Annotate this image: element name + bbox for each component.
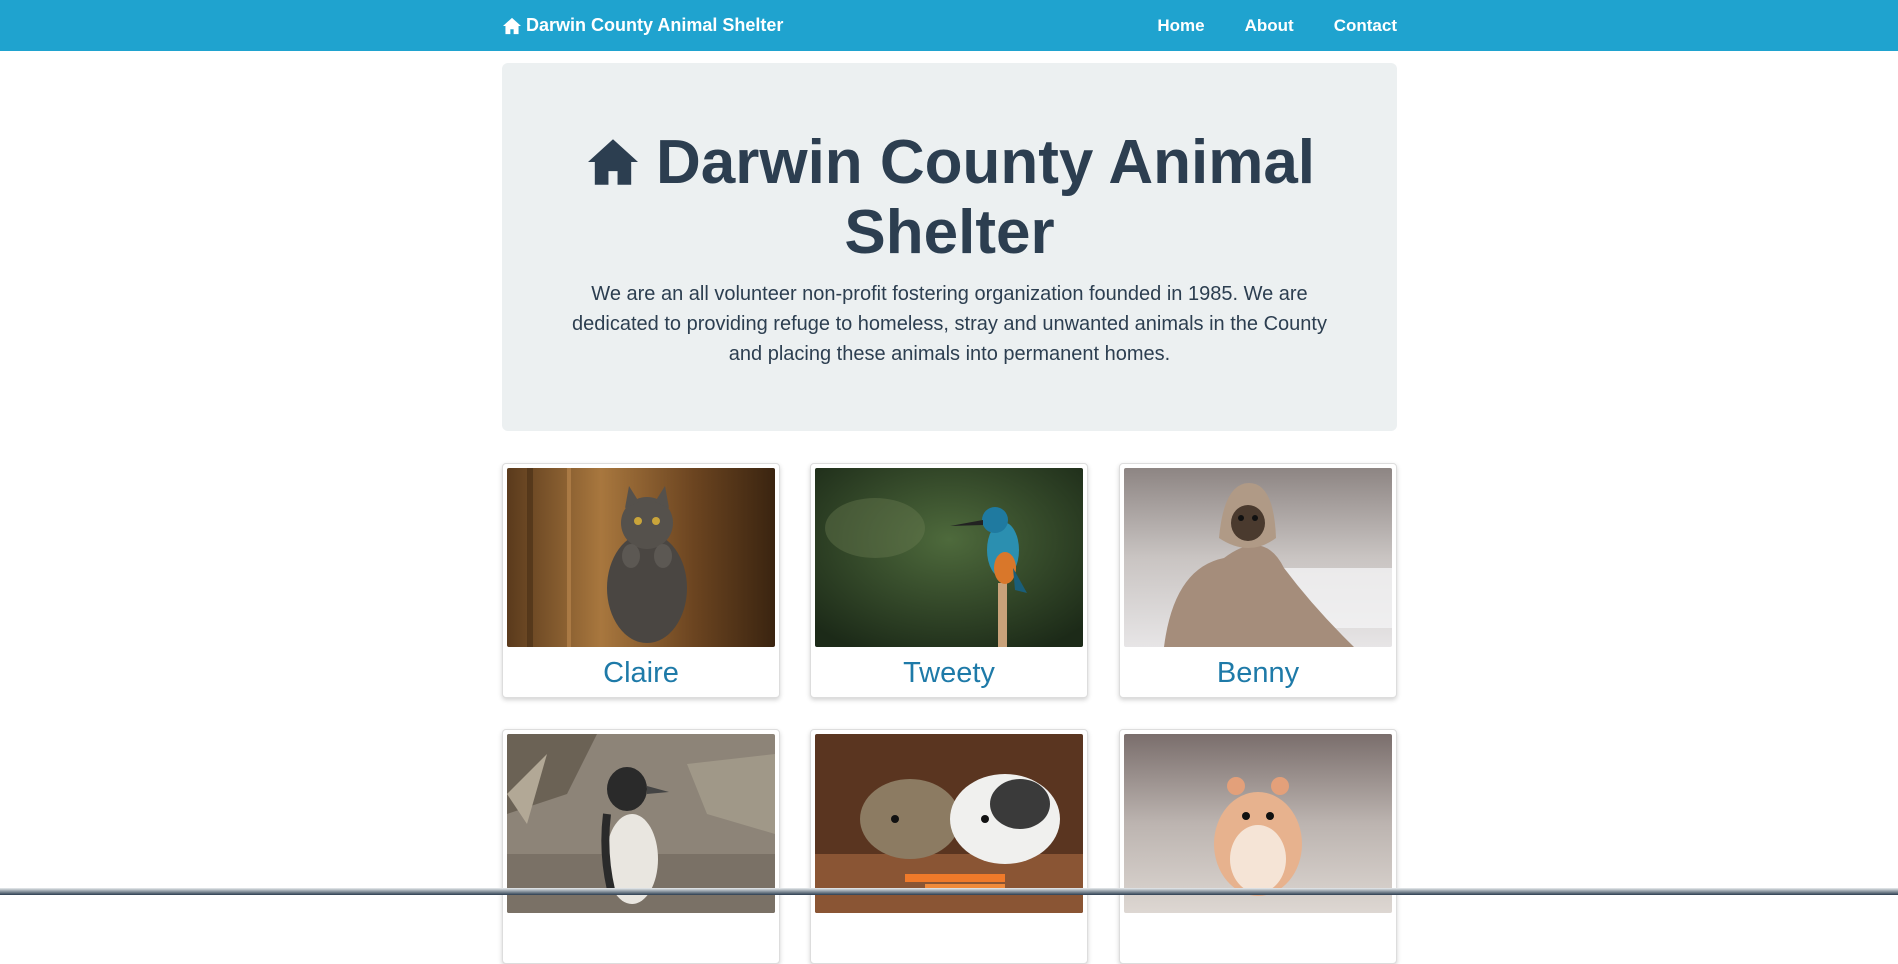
- penguin-photo[interactable]: [507, 734, 775, 913]
- page-bottom-shadow: [0, 888, 1898, 895]
- animal-card-benny[interactable]: Benny: [1119, 463, 1397, 698]
- animal-name-link[interactable]: Claire: [507, 656, 775, 690]
- hero-panel: Darwin County Animal Shelter We are an a…: [502, 63, 1397, 431]
- animal-card-hamster[interactable]: [1119, 729, 1397, 964]
- animal-card-tweety[interactable]: Tweety: [810, 463, 1088, 698]
- navbar: Darwin County Animal Shelter Home About …: [0, 0, 1898, 51]
- kingfisher-photo[interactable]: [815, 468, 1083, 647]
- pug-blanket-photo[interactable]: [1124, 468, 1392, 647]
- navbar-brand-label: Darwin County Animal Shelter: [526, 15, 784, 35]
- navbar-container: Darwin County Animal Shelter Home About …: [502, 0, 1397, 51]
- nav-links: Home About Contact: [1117, 0, 1397, 51]
- animal-card-penguin[interactable]: [502, 729, 780, 964]
- gray-cat-photo[interactable]: [507, 468, 775, 647]
- guinea-pigs-photo[interactable]: [815, 734, 1083, 913]
- animal-name-link[interactable]: Benny: [1124, 656, 1392, 690]
- home-icon: [503, 17, 521, 34]
- nav-link-about[interactable]: About: [1245, 16, 1294, 36]
- animal-card-claire[interactable]: Claire: [502, 463, 780, 698]
- page-title-text: Darwin County Animal Shelter: [655, 128, 1316, 267]
- nav-link-home[interactable]: Home: [1157, 16, 1204, 36]
- hero-description: We are an all volunteer non-profit foste…: [572, 283, 1327, 365]
- navbar-brand[interactable]: Darwin County Animal Shelter: [502, 0, 783, 51]
- animal-card-guinea-pigs[interactable]: [810, 729, 1088, 964]
- animal-name-link[interactable]: Tweety: [815, 656, 1083, 690]
- page-title: Darwin County Animal Shelter: [542, 128, 1357, 268]
- home-icon: [587, 139, 638, 185]
- nav-link-contact[interactable]: Contact: [1334, 16, 1397, 36]
- hamster-photo[interactable]: [1124, 734, 1392, 913]
